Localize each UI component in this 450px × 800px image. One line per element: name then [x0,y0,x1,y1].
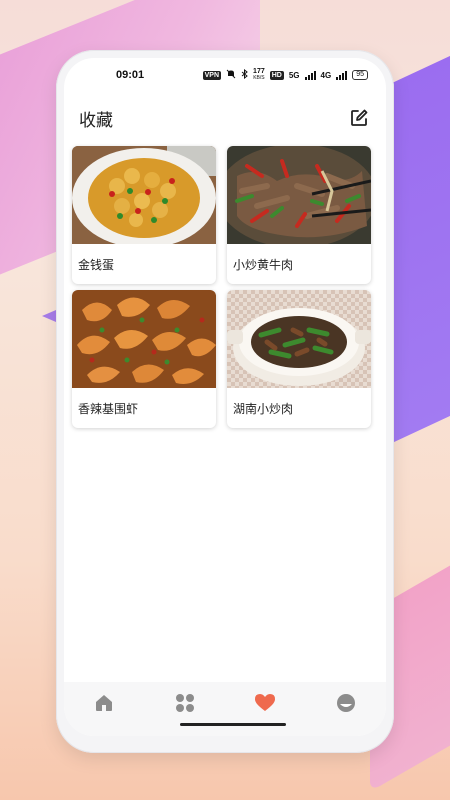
bottom-tab-bar [64,682,386,736]
vpn-badge: VPN [202,70,222,80]
status-time: 09:01 [116,69,145,81]
home-indicator [180,723,286,726]
hd-badge: HD [269,70,284,80]
app-screen: 09:01 VPN 177 KB/S HD 5G 4G 95 收藏 金钱蛋 小炒… [64,58,386,736]
grid-icon [175,693,195,717]
signal-icon-2 [336,70,348,80]
favorite-card[interactable]: 香辣基围虾 [72,290,216,428]
edit-icon[interactable] [348,107,370,129]
battery-indicator: 95 [352,70,368,80]
profile-icon [336,693,356,717]
signal-icon [304,70,316,80]
app-header: 收藏 [64,98,386,138]
network-speed: 177 KB/S [253,68,265,82]
network-speed-unit: KB/S [253,75,265,81]
status-bar: 09:01 VPN 177 KB/S HD 5G 4G 95 [64,58,386,92]
favorite-card-title: 香辣基围虾 [78,401,139,416]
spicy-shrimp-dish-image [72,290,216,388]
favorite-card-title: 金钱蛋 [78,257,115,272]
bluetooth-icon [241,68,248,82]
home-icon [94,693,114,717]
mute-icon [226,69,236,82]
tab-categories[interactable] [165,687,205,723]
favorite-card[interactable]: 金钱蛋 [72,146,216,284]
tab-home[interactable] [84,687,124,723]
golden-egg-dish-image [72,146,216,244]
phone-frame: 09:01 VPN 177 KB/S HD 5G 4G 95 收藏 金钱蛋 小炒… [56,50,394,753]
favorite-card-title: 小炒黄牛肉 [233,257,294,272]
network-label-1: 5G [288,70,300,80]
network-speed-value: 177 [253,68,265,75]
favorite-card[interactable]: 小炒黄牛肉 [227,146,371,284]
network-label-2: 4G [320,70,332,80]
page-title: 收藏 [79,110,113,131]
hunan-pork-dish-image [227,290,371,388]
favorite-card-title: 湖南小炒肉 [233,401,294,416]
favorite-card[interactable]: 湖南小炒肉 [227,290,371,428]
status-icons: VPN 177 KB/S HD 5G 4G 95 [202,68,368,82]
stir-fried-beef-dish-image [227,146,371,244]
background-triangle [42,310,56,322]
tab-profile[interactable] [326,687,366,723]
favorites-grid: 金钱蛋 小炒黄牛肉 香辣基围虾 湖南小炒肉 [72,146,378,428]
heart-icon [255,694,276,716]
tab-favorites[interactable] [245,687,285,723]
